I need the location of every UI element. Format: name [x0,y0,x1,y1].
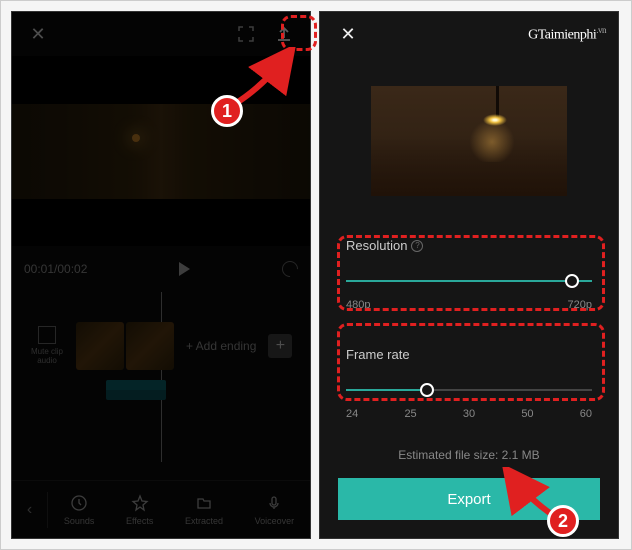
video-preview[interactable] [12,56,310,246]
framerate-tick: 30 [463,408,475,420]
timeline[interactable]: Mute clip audio + Add ending + [12,292,310,462]
help-icon[interactable]: ? [411,240,423,252]
export-screen: ✕ GTaimienphi.vn Resolution ? 480p 720p [319,11,619,539]
voiceover-icon [264,493,284,513]
watermark-logo: GTaimienphi.vn [528,25,606,44]
clip-thumbnail[interactable] [76,322,124,370]
timecode: 00:01/00:02 [24,262,87,276]
sounds-icon [69,493,89,513]
framerate-section: Frame rate 24 25 30 50 60 [338,335,600,434]
filesize-text: Estimated file size: 2.1 MB [320,448,618,462]
tool-effects[interactable]: Effects [126,493,153,526]
clip-thumbnail[interactable] [126,322,174,370]
framerate-tick: 50 [521,408,533,420]
resolution-max: 720p [568,299,592,311]
resolution-min: 480p [346,299,370,311]
effects-icon [130,493,150,513]
add-clip-button[interactable]: + [268,334,292,358]
framerate-tick: 24 [346,408,358,420]
fullscreen-icon[interactable] [230,18,262,50]
editor-topbar: ✕ [12,12,310,56]
export-preview [371,86,567,196]
close-icon[interactable]: ✕ [22,18,54,50]
bottom-toolbar: ‹ Sounds Effects [12,480,310,538]
undo-icon[interactable] [279,258,302,281]
framerate-slider[interactable] [346,378,592,402]
resolution-slider[interactable] [346,269,592,293]
clip-track[interactable]: + Add ending + [76,322,292,370]
resolution-section: Resolution ? 480p 720p [338,226,600,325]
framerate-tick: 25 [404,408,416,420]
tool-sounds[interactable]: Sounds [64,493,95,526]
playbar: 00:01/00:02 [12,246,310,292]
extracted-icon [194,493,214,513]
mute-clip-button[interactable]: Mute clip audio [22,326,72,365]
close-icon[interactable]: ✕ [332,18,364,50]
back-button[interactable]: ‹ [12,492,48,528]
add-ending-button[interactable]: + Add ending [176,339,266,353]
audio-track[interactable] [106,380,166,400]
framerate-label: Frame rate [346,347,410,362]
resolution-label: Resolution [346,238,407,253]
export-button[interactable]: Export [338,478,600,520]
tool-voiceover[interactable]: Voiceover [255,493,295,526]
play-button[interactable] [179,262,190,276]
export-icon[interactable] [268,18,300,50]
tool-extracted[interactable]: Extracted [185,493,223,526]
framerate-tick: 60 [580,408,592,420]
playhead[interactable] [161,292,162,462]
editor-screen: ✕ 00:01/00:02 [11,11,311,539]
export-topbar: ✕ GTaimienphi.vn [320,12,618,56]
